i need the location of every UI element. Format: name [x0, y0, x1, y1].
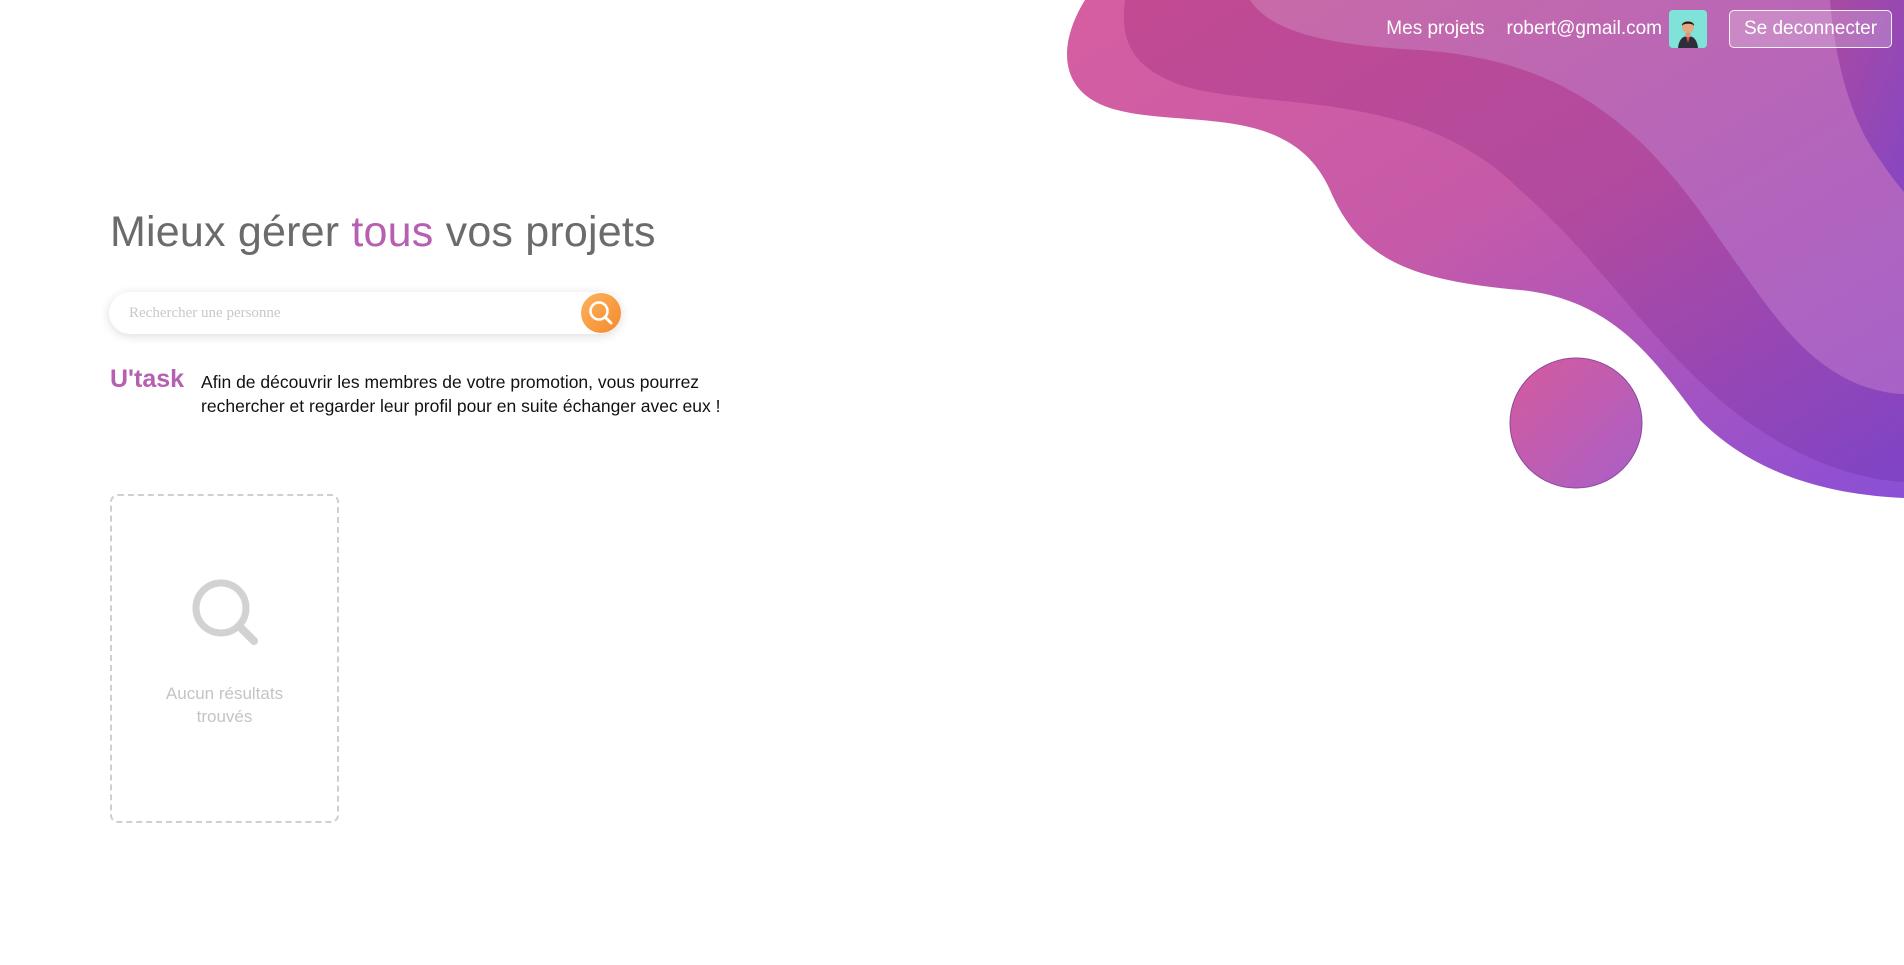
- nav-link-mes-projets[interactable]: Mes projets: [1386, 18, 1484, 40]
- user-menu[interactable]: robert@gmail.com: [1507, 10, 1707, 48]
- top-nav: Mes projets robert@gmail.com Se deconnec…: [1386, 10, 1892, 48]
- search-icon: [589, 301, 613, 325]
- wave-layer-2: [1123, 0, 1904, 482]
- page-title-start: Mieux gérer: [110, 208, 352, 256]
- wave-layer-3: [1250, 0, 1904, 394]
- user-avatar-icon: [1669, 10, 1707, 48]
- search-icon: [192, 579, 258, 645]
- search-button[interactable]: [581, 293, 621, 333]
- search-input[interactable]: [127, 303, 561, 323]
- logout-button[interactable]: Se deconnecter: [1729, 10, 1892, 48]
- page-title-end: vos projets: [433, 208, 656, 256]
- page-title: Mieux gérer tous vos projets: [110, 208, 656, 257]
- hero: Mieux gérer tous vos projets: [110, 208, 656, 257]
- search-bar: [109, 292, 621, 334]
- brand-name: U'task: [110, 365, 185, 393]
- decorative-circle: [1509, 357, 1643, 489]
- intro-section: U'task Afin de découvrir les membres de …: [110, 365, 741, 418]
- user-email[interactable]: robert@gmail.com: [1507, 18, 1663, 40]
- avatar[interactable]: [1669, 10, 1707, 48]
- wave-layer-1: [1067, 0, 1904, 498]
- intro-description: Afin de découvrir les membres de votre p…: [201, 372, 721, 416]
- empty-results-message: Aucun résultats trouvés: [165, 684, 284, 726]
- page-title-accent: tous: [351, 208, 434, 256]
- page: Mes projets robert@gmail.com Se deconnec…: [0, 0, 1904, 965]
- empty-results-card: Aucun résultats trouvés: [110, 494, 339, 823]
